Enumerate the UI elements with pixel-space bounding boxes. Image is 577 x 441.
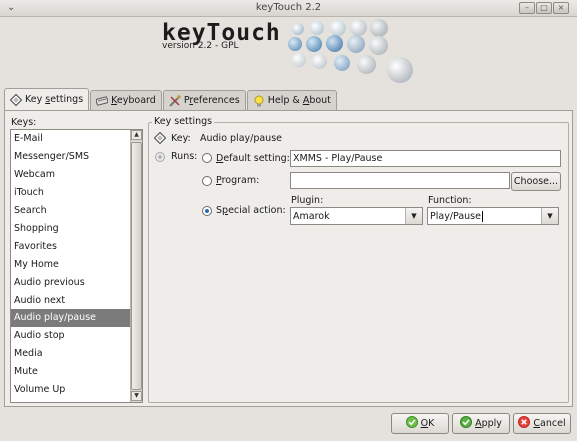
ok-label: OK [420,418,435,429]
window-controls: – □ × [519,2,569,14]
list-item[interactable]: Search [11,202,130,220]
list-item[interactable]: Media [11,345,130,363]
scroll-thumb[interactable] [131,142,142,390]
tab-preferences[interactable]: Preferences [162,90,246,110]
tab-key-settings[interactable]: Key settings [4,88,90,110]
maximize-icon[interactable]: □ [536,2,552,14]
help-bulb-icon [253,95,265,107]
list-item-selected[interactable]: Audio play/pause [11,309,130,327]
key-settings-icon [9,93,23,106]
dropdown-arrow-icon[interactable]: ▼ [541,208,558,224]
tab-label: Keyboard [111,95,156,106]
plugin-label: Plugin: [291,195,324,206]
choose-button[interactable]: Choose... [511,172,561,191]
tab-label: Help & About [267,95,331,106]
minimize-icon[interactable]: – [519,2,535,14]
list-item[interactable]: Audio stop [11,327,130,345]
list-item[interactable]: E-Mail [11,130,130,148]
keys-scrollbar[interactable]: ▲ ▼ [130,130,142,402]
default-setting-label[interactable]: Default setting: [216,153,290,164]
list-item[interactable]: Messenger/SMS [11,148,130,166]
apply-label: Apply [475,418,502,429]
default-setting-field[interactable]: XMMS - Play/Pause [290,150,561,167]
key-label: Key: [171,133,191,144]
title-bar: ⌄ keyTouch 2.2 – □ × [0,0,577,17]
list-item[interactable]: Audio previous [11,274,130,292]
preferences-icon [169,94,181,107]
window-title: keyTouch 2.2 [255,2,322,13]
tab-label: Key settings [25,94,84,105]
ok-icon [405,416,418,431]
scroll-down-icon[interactable]: ▼ [131,391,142,401]
function-value: Play/Pause [430,211,483,222]
list-item[interactable]: My Home [11,256,130,274]
runs-label: Runs: [171,151,198,162]
version-label: version 2.2 - GPL [162,41,239,51]
close-icon[interactable]: × [553,2,569,14]
cancel-icon [518,416,531,431]
special-action-radio[interactable] [202,206,212,216]
list-item[interactable]: iTouch [11,184,130,202]
dropdown-arrow-icon[interactable]: ▼ [405,208,422,224]
tab-bar: Key settings Keyboard Preferences Help &… [4,88,338,110]
key-value: Audio play/pause [200,133,283,144]
function-combobox[interactable]: Play/Pause ▼ [427,207,559,225]
key-icon [153,131,167,147]
tab-help-about[interactable]: Help & About [246,90,337,110]
keys-list[interactable]: E-Mail Messenger/SMS Webcam iTouch Searc… [10,129,143,403]
group-title: Key settings [152,116,215,127]
program-label[interactable]: Program: [216,175,259,186]
scroll-up-icon[interactable]: ▲ [131,130,142,140]
program-field[interactable] [290,172,510,189]
ok-button[interactable]: OK [391,413,449,434]
tab-label: Preferences [183,95,240,106]
list-item[interactable]: Webcam [11,166,130,184]
cancel-label: Cancel [533,418,566,429]
special-action-label[interactable]: Special action: [216,205,286,216]
runs-icon [154,151,166,166]
plugin-combobox[interactable]: Amarok ▼ [290,207,423,225]
list-item[interactable]: Volume Up [11,381,130,399]
keys-label: Keys: [11,117,37,128]
apply-button[interactable]: Apply [452,413,510,434]
list-item[interactable]: Mute [11,363,130,381]
list-item[interactable]: Audio next [11,292,130,310]
default-setting-radio[interactable] [202,153,212,163]
plugin-value: Amarok [293,211,330,222]
apply-icon [460,416,473,431]
keyboard-icon [95,95,109,107]
program-radio[interactable] [202,176,212,186]
list-item[interactable]: Shopping [11,220,130,238]
list-item[interactable]: Favorites [11,238,130,256]
function-label: Function: [428,195,472,206]
cancel-button[interactable]: Cancel [513,413,571,434]
logo-banner: keyTouch version 2.2 - GPL [0,17,577,87]
tab-keyboard[interactable]: Keyboard [90,90,162,110]
